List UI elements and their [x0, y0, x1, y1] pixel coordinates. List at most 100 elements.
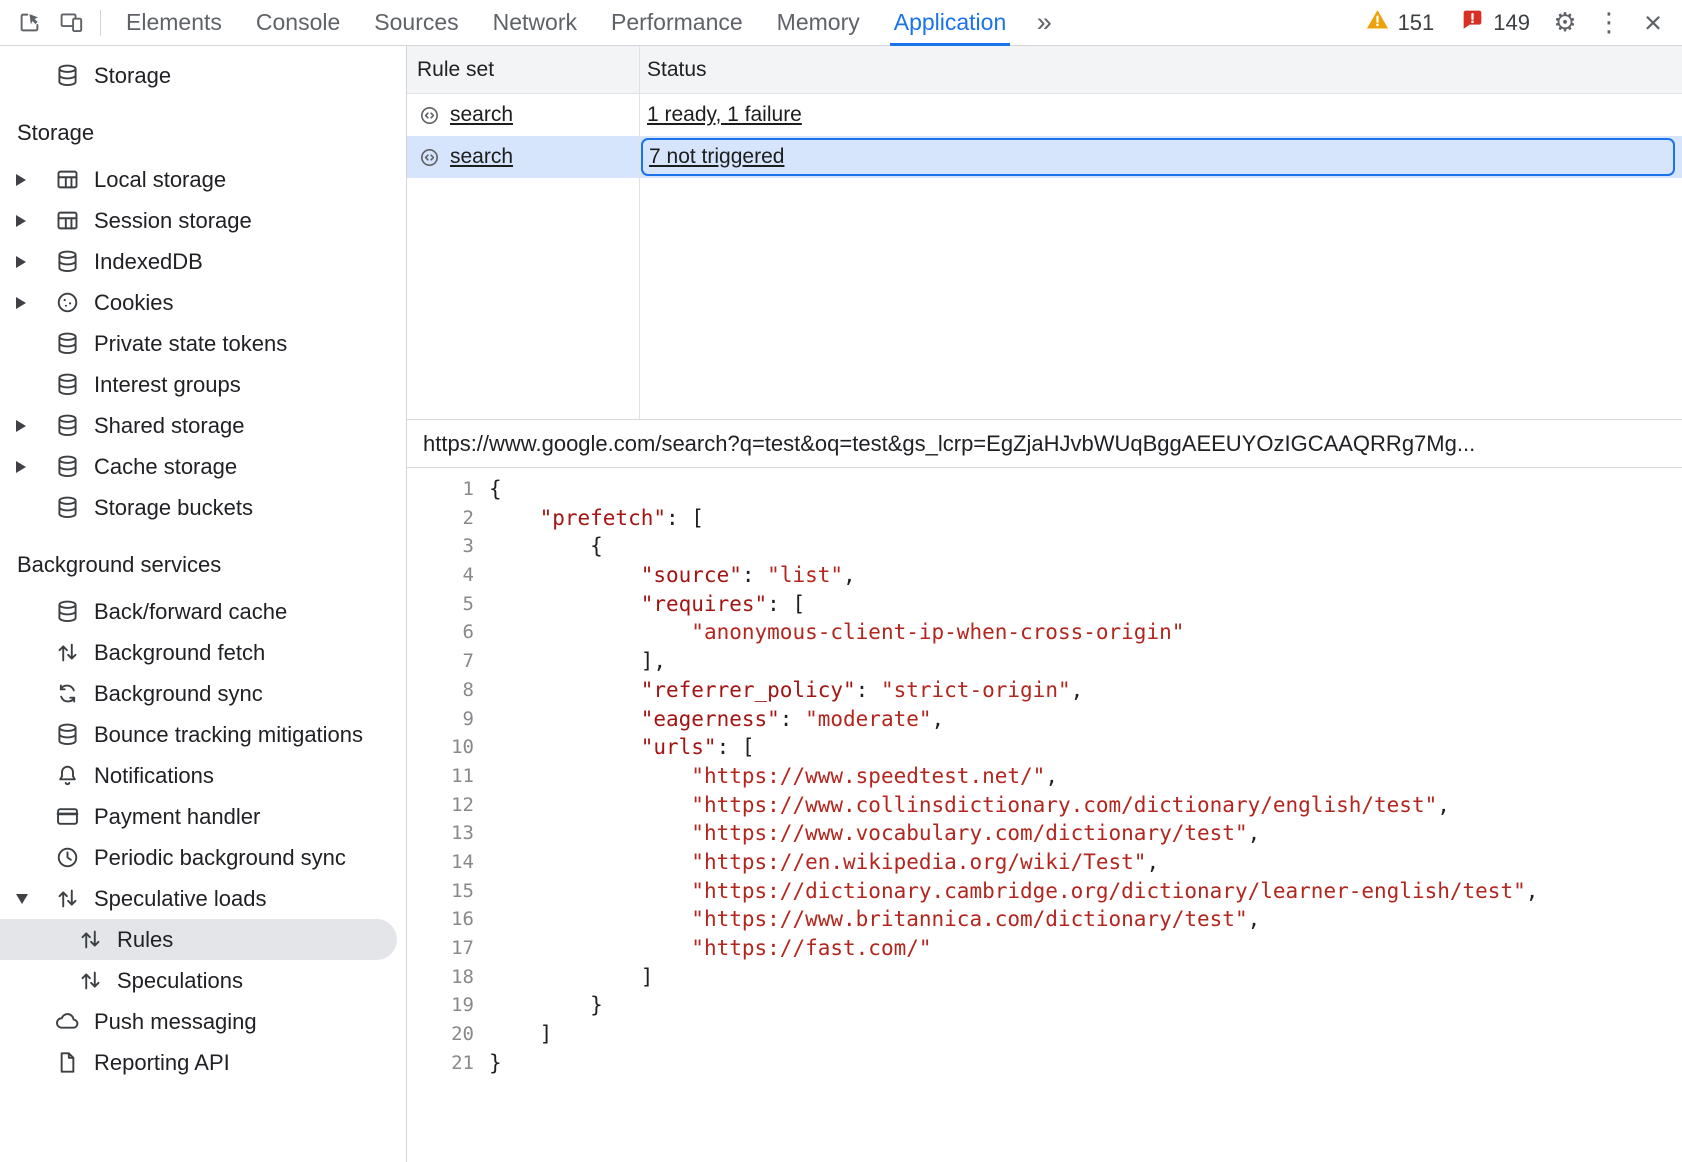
sidebar-item-session-storage[interactable]: Session storage: [0, 200, 406, 241]
sidebar-item-local-storage[interactable]: Local storage: [0, 159, 406, 200]
more-options-button[interactable]: ⋮: [1588, 1, 1630, 45]
expander-collapsed-icon[interactable]: [16, 215, 42, 227]
json-punct-token: ,: [1045, 764, 1058, 788]
json-punct-token: :: [856, 678, 881, 702]
tab-application[interactable]: Application: [877, 0, 1024, 46]
tab-performance[interactable]: Performance: [594, 0, 760, 46]
inspect-element-button[interactable]: [8, 1, 50, 45]
sidebar-item-rules[interactable]: Rules: [0, 919, 397, 960]
tab-memory[interactable]: Memory: [760, 0, 877, 46]
sidebar-item-indexeddb[interactable]: IndexedDB: [0, 241, 406, 282]
expander-collapsed-icon[interactable]: [16, 174, 42, 186]
tab-sources[interactable]: Sources: [357, 0, 475, 46]
tab-console[interactable]: Console: [239, 0, 357, 46]
source-url-bar[interactable]: https://www.google.com/search?q=test&oq=…: [407, 420, 1682, 468]
application-sidebar: StorageStorageLocal storageSession stora…: [0, 46, 407, 1162]
json-punct-token: [489, 678, 641, 702]
code-text: "anonymous-client-ip-when-cross-origin": [474, 618, 1184, 647]
expander-collapsed-icon[interactable]: [16, 420, 42, 432]
database-icon: [54, 721, 81, 748]
warnings-counter[interactable]: 151: [1353, 7, 1447, 38]
inspect-cursor-icon: [16, 9, 43, 36]
sidebar-item-label: Session storage: [94, 208, 252, 234]
expander-collapsed-icon[interactable]: [16, 256, 42, 268]
sidebar-item-label: Cache storage: [94, 454, 237, 480]
rule-set-icon: [418, 104, 441, 127]
gear-icon: ⚙: [1553, 7, 1576, 38]
sidebar-item-cache-storage[interactable]: Cache storage: [0, 446, 406, 487]
status-link[interactable]: 1 ready, 1 failure: [647, 103, 802, 127]
code-text: "source": "list",: [474, 561, 856, 590]
sidebar-item-label: Local storage: [94, 167, 226, 193]
sidebar-item-speculations[interactable]: Speculations: [0, 960, 406, 1001]
sidebar-item-storage-buckets[interactable]: Storage buckets: [0, 487, 406, 528]
code-line: 15 "https://dictionary.cambridge.org/dic…: [407, 877, 1682, 906]
warning-count: 151: [1398, 10, 1435, 36]
tab-elements[interactable]: Elements: [109, 0, 239, 46]
sidebar-item-payment-handler[interactable]: Payment handler: [0, 796, 406, 837]
code-text: }: [474, 1049, 502, 1078]
json-punct-token: ,: [1146, 850, 1159, 874]
code-line: 11 "https://www.speedtest.net/",: [407, 762, 1682, 791]
status-link[interactable]: 7 not triggered: [649, 145, 784, 169]
sidebar-item-interest-groups[interactable]: Interest groups: [0, 364, 406, 405]
sidebar-item-cookies[interactable]: Cookies: [0, 282, 406, 323]
code-text: "https://www.collinsdictionary.com/dicti…: [474, 791, 1450, 820]
sidebar-item-bounce-tracking-mitigations[interactable]: Bounce tracking mitigations: [0, 714, 406, 755]
code-line: 10 "urls": [: [407, 733, 1682, 762]
code-line: 8 "referrer_policy": "strict-origin",: [407, 676, 1682, 705]
sidebar-item-storage[interactable]: Storage: [0, 55, 406, 96]
errors-counter[interactable]: 149: [1448, 7, 1542, 38]
rule-set-link[interactable]: search: [450, 103, 513, 127]
database-icon: [54, 248, 81, 275]
device-toolbar-button[interactable]: [50, 1, 92, 45]
code-line: 20 ]: [407, 1020, 1682, 1049]
rule-set-row[interactable]: search 1 ready, 1 failure: [407, 94, 1682, 136]
rule-set-link[interactable]: search: [450, 145, 513, 169]
line-number: 13: [407, 819, 474, 848]
expander-collapsed-icon[interactable]: [16, 461, 42, 473]
line-number: 11: [407, 762, 474, 791]
devtools-toolbar: ElementsConsoleSourcesNetworkPerformance…: [0, 0, 1682, 46]
sidebar-item-shared-storage[interactable]: Shared storage: [0, 405, 406, 446]
code-line: 6 "anonymous-client-ip-when-cross-origin…: [407, 618, 1682, 647]
sidebar-item-periodic-background-sync[interactable]: Periodic background sync: [0, 837, 406, 878]
sidebar-item-background-fetch[interactable]: Background fetch: [0, 632, 406, 673]
updown-arrows-icon: [54, 885, 81, 912]
json-punct-token: ,: [1248, 821, 1261, 845]
tab-network[interactable]: Network: [476, 0, 594, 46]
sidebar-item-speculative-loads[interactable]: Speculative loads: [0, 878, 406, 919]
json-string-token: "https://www.britannica.com/dictionary/t…: [691, 907, 1247, 931]
close-devtools-button[interactable]: ×: [1632, 1, 1674, 45]
sidebar-item-back-forward-cache[interactable]: Back/forward cache: [0, 591, 406, 632]
sync-icon: [54, 680, 81, 707]
panel-tabs: ElementsConsoleSourcesNetworkPerformance…: [109, 0, 1023, 46]
rule-set-row[interactable]: search 7 not triggered: [407, 136, 1682, 178]
line-number: 15: [407, 877, 474, 906]
sidebar-item-background-sync[interactable]: Background sync: [0, 673, 406, 714]
line-number: 1: [407, 475, 474, 504]
error-count: 149: [1493, 10, 1530, 36]
line-number: 9: [407, 705, 474, 734]
sidebar-item-notifications[interactable]: Notifications: [0, 755, 406, 796]
json-key-token: "urls": [641, 735, 717, 759]
sidebar-item-label: Background sync: [94, 681, 263, 707]
code-text: "eagerness": "moderate",: [474, 705, 944, 734]
settings-button[interactable]: ⚙: [1544, 1, 1586, 45]
json-punct-token: {: [489, 534, 603, 558]
line-number: 12: [407, 791, 474, 820]
json-punct-token: [489, 850, 691, 874]
sidebar-item-reporting-api[interactable]: Reporting API: [0, 1042, 406, 1083]
rule-set-source-viewer[interactable]: 1{2 "prefetch": [3 {4 "source": "list",5…: [407, 468, 1682, 1162]
table-icon: [54, 166, 81, 193]
expander-collapsed-icon[interactable]: [16, 297, 42, 309]
status-cell: 7 not triggered: [641, 138, 1675, 176]
error-icon: [1460, 7, 1485, 38]
more-tabs-button[interactable]: »: [1023, 1, 1065, 45]
sidebar-item-private-state-tokens[interactable]: Private state tokens: [0, 323, 406, 364]
code-line: 7 ],: [407, 647, 1682, 676]
json-punct-token: : [: [717, 735, 755, 759]
sidebar-item-push-messaging[interactable]: Push messaging: [0, 1001, 406, 1042]
expander-expanded-icon[interactable]: [16, 894, 42, 904]
json-string-token: "https://dictionary.cambridge.org/dictio…: [691, 879, 1525, 903]
